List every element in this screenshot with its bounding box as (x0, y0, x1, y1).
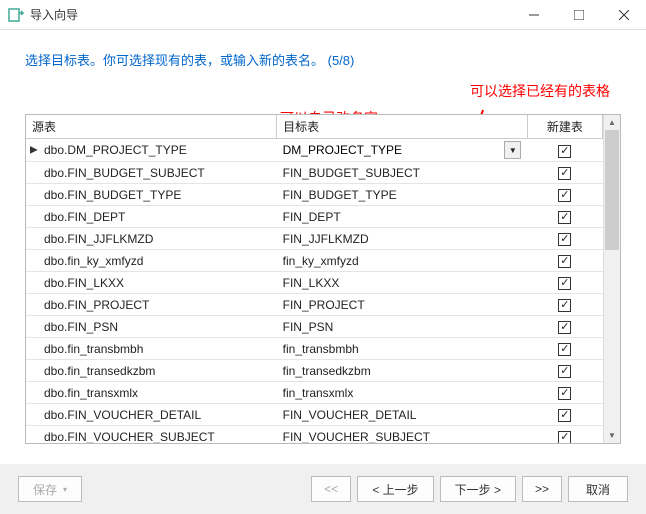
col-source[interactable]: 源表 (26, 115, 277, 139)
next-button[interactable]: 下一步 > (440, 476, 516, 502)
checkbox[interactable] (558, 255, 571, 268)
table-row[interactable]: dbo.FIN_LKXXFIN_LKXX (26, 272, 603, 294)
chevron-down-icon[interactable]: ▼ (504, 141, 521, 159)
checkbox[interactable] (558, 299, 571, 312)
table-row[interactable]: dbo.FIN_VOUCHER_DETAILFIN_VOUCHER_DETAIL (26, 404, 603, 426)
row-pointer-icon: ▶ (30, 145, 38, 156)
table-row[interactable]: dbo.FIN_BUDGET_TYPEFIN_BUDGET_TYPE (26, 184, 603, 206)
table-row[interactable]: dbo.fin_transxmlxfin_transxmlx (26, 382, 603, 404)
source-cell: dbo.fin_transedkzbm (26, 360, 277, 382)
first-button[interactable]: << (311, 476, 351, 502)
target-cell[interactable]: fin_transxmlx (277, 382, 528, 404)
checkbox[interactable] (558, 387, 571, 400)
col-newtable[interactable]: 新建表 (527, 115, 602, 139)
table-row[interactable]: dbo.FIN_PSNFIN_PSN (26, 316, 603, 338)
table-row[interactable]: dbo.FIN_PROJECTFIN_PROJECT (26, 294, 603, 316)
window-title: 导入向导 (30, 6, 511, 23)
target-cell[interactable]: FIN_BUDGET_TYPE (277, 184, 528, 206)
table-row[interactable]: dbo.FIN_BUDGET_SUBJECTFIN_BUDGET_SUBJECT (26, 162, 603, 184)
source-cell: dbo.FIN_JJFLKMZD (26, 228, 277, 250)
mapping-table: 源表 目标表 新建表 ▶dbo.DM_PROJECT_TYPE▼dbo.FIN_… (25, 114, 621, 444)
table-row[interactable]: dbo.FIN_JJFLKMZDFIN_JJFLKMZD (26, 228, 603, 250)
col-target[interactable]: 目标表 (277, 115, 528, 139)
scrollbar-thumb[interactable] (605, 130, 619, 250)
table-row[interactable]: ▶dbo.DM_PROJECT_TYPE ▼ (26, 139, 603, 162)
source-cell: ▶dbo.DM_PROJECT_TYPE (26, 139, 277, 162)
newtable-cell[interactable] (527, 206, 602, 228)
newtable-cell[interactable] (527, 360, 602, 382)
target-cell[interactable]: FIN_VOUCHER_DETAIL (277, 404, 528, 426)
target-cell[interactable]: FIN_PROJECT (277, 294, 528, 316)
checkbox[interactable] (558, 343, 571, 356)
cancel-button[interactable]: 取消 (568, 476, 628, 502)
scroll-up-icon[interactable]: ▲ (604, 115, 620, 130)
table-row[interactable]: dbo.fin_transbmbhfin_transbmbh (26, 338, 603, 360)
source-cell: dbo.FIN_DEPT (26, 206, 277, 228)
source-cell: dbo.fin_transxmlx (26, 382, 277, 404)
newtable-cell[interactable] (527, 338, 602, 360)
target-cell[interactable]: FIN_PSN (277, 316, 528, 338)
target-cell[interactable]: fin_transedkzbm (277, 360, 528, 382)
save-button[interactable]: 保存▾ (18, 476, 82, 502)
close-button[interactable] (601, 0, 646, 29)
source-cell: dbo.FIN_PROJECT (26, 294, 277, 316)
newtable-cell[interactable] (527, 316, 602, 338)
target-cell[interactable]: FIN_JJFLKMZD (277, 228, 528, 250)
source-cell: dbo.FIN_LKXX (26, 272, 277, 294)
table-row[interactable]: dbo.fin_transedkzbmfin_transedkzbm (26, 360, 603, 382)
newtable-cell[interactable] (527, 426, 602, 444)
target-cell[interactable]: FIN_LKXX (277, 272, 528, 294)
checkbox[interactable] (558, 211, 571, 224)
newtable-cell[interactable] (527, 272, 602, 294)
table-row[interactable]: dbo.FIN_VOUCHER_SUBJECTFIN_VOUCHER_SUBJE… (26, 426, 603, 444)
table-row[interactable]: dbo.FIN_DEPTFIN_DEPT (26, 206, 603, 228)
app-icon (8, 7, 24, 23)
checkbox[interactable] (558, 233, 571, 246)
annotation-pick-existing: 可以选择已经有的表格 (470, 82, 610, 100)
footer: 保存▾ << < 上一步 下一步 > >> 取消 (0, 464, 646, 514)
titlebar: 导入向导 (0, 0, 646, 30)
source-cell: dbo.FIN_PSN (26, 316, 277, 338)
target-cell[interactable]: fin_ky_xmfyzd (277, 250, 528, 272)
wizard-heading: 选择目标表。你可选择现有的表，或输入新的表名。 (5/8) (25, 50, 621, 69)
newtable-cell[interactable] (527, 382, 602, 404)
source-cell: dbo.FIN_VOUCHER_DETAIL (26, 404, 277, 426)
last-button[interactable]: >> (522, 476, 562, 502)
table-row[interactable]: dbo.fin_ky_xmfyzdfin_ky_xmfyzd (26, 250, 603, 272)
target-cell[interactable]: ▼ (277, 139, 528, 162)
newtable-cell[interactable] (527, 250, 602, 272)
source-cell: dbo.fin_ky_xmfyzd (26, 250, 277, 272)
minimize-button[interactable] (511, 0, 556, 29)
checkbox[interactable] (558, 145, 571, 158)
newtable-cell[interactable] (527, 228, 602, 250)
target-cell[interactable]: FIN_BUDGET_SUBJECT (277, 162, 528, 184)
source-cell: dbo.FIN_BUDGET_SUBJECT (26, 162, 277, 184)
target-input[interactable] (283, 143, 505, 157)
target-cell[interactable]: FIN_DEPT (277, 206, 528, 228)
checkbox[interactable] (558, 365, 571, 378)
checkbox[interactable] (558, 277, 571, 290)
checkbox[interactable] (558, 409, 571, 422)
newtable-cell[interactable] (527, 404, 602, 426)
newtable-cell[interactable] (527, 294, 602, 316)
newtable-cell[interactable] (527, 162, 602, 184)
source-cell: dbo.FIN_VOUCHER_SUBJECT (26, 426, 277, 444)
source-cell: dbo.fin_transbmbh (26, 338, 277, 360)
checkbox[interactable] (558, 189, 571, 202)
checkbox[interactable] (558, 167, 571, 180)
prev-button[interactable]: < 上一步 (357, 476, 433, 502)
scroll-down-icon[interactable]: ▼ (604, 428, 620, 443)
source-cell: dbo.FIN_BUDGET_TYPE (26, 184, 277, 206)
newtable-cell[interactable] (527, 139, 602, 162)
maximize-button[interactable] (556, 0, 601, 29)
checkbox[interactable] (558, 321, 571, 334)
checkbox[interactable] (558, 431, 571, 443)
target-cell[interactable]: FIN_VOUCHER_SUBJECT (277, 426, 528, 444)
newtable-cell[interactable] (527, 184, 602, 206)
target-cell[interactable]: fin_transbmbh (277, 338, 528, 360)
vertical-scrollbar[interactable]: ▲ ▼ (603, 115, 620, 443)
